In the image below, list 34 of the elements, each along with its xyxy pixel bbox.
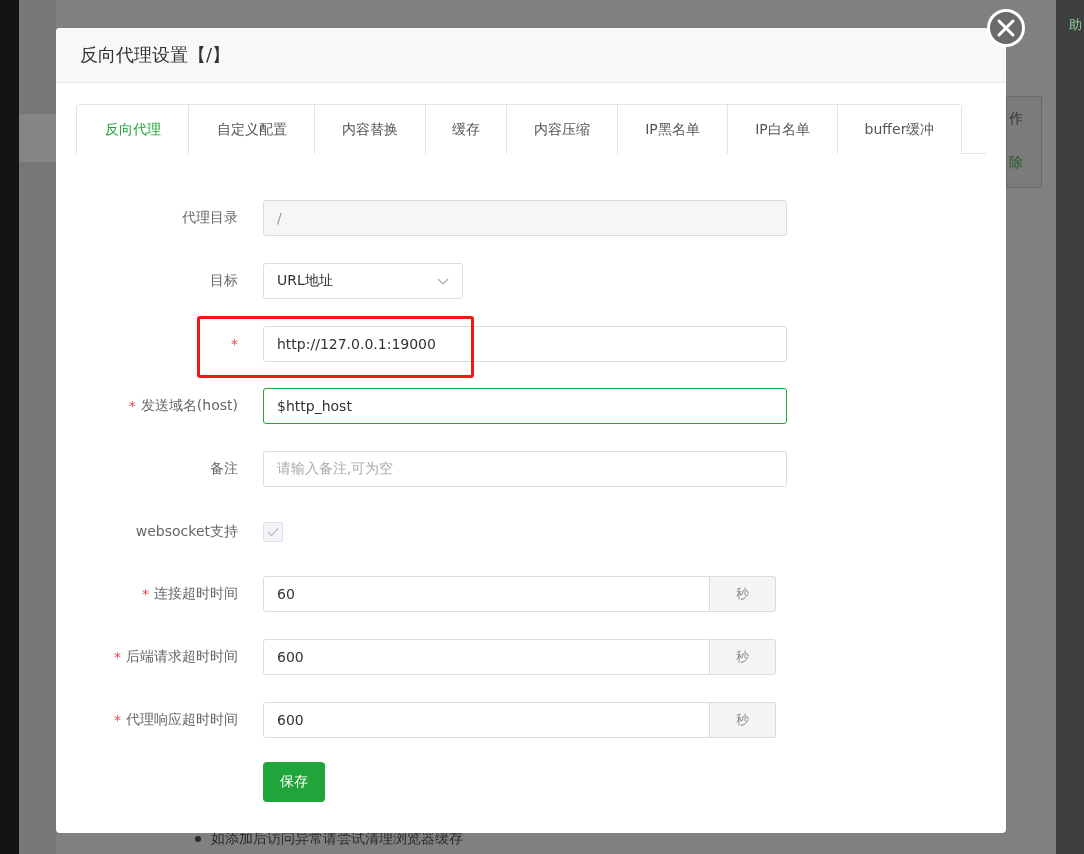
check-icon — [267, 526, 279, 537]
required-mark: * — [114, 711, 121, 728]
tab[interactable]: IP黑名单 — [617, 105, 727, 154]
tab[interactable]: 内容替换 — [314, 105, 425, 154]
input-field[interactable]: 600 — [263, 701, 710, 738]
unit-addon: 秒 — [710, 576, 776, 613]
field-label: websocket支持 — [135, 522, 238, 541]
tab[interactable]: 内容压缩 — [506, 105, 617, 154]
tab[interactable]: IP白名单 — [727, 105, 837, 154]
field-label: 连接超时时间 — [154, 585, 238, 604]
input-field[interactable]: $http_host — [263, 388, 787, 425]
field-label: 后端请求超时时间 — [126, 648, 238, 667]
required-mark: * — [114, 649, 121, 666]
tab[interactable]: buffer缓冲 — [837, 105, 961, 154]
tab[interactable]: 缓存 — [425, 105, 506, 154]
input-field[interactable]: http://127.0.0.1:19000 — [263, 325, 787, 362]
required-mark: * — [231, 335, 238, 352]
unit-addon: 秒 — [710, 639, 776, 676]
field-label: 代理响应超时时间 — [126, 710, 238, 729]
input-field[interactable]: 600 — [263, 639, 710, 676]
field-label: 代理目录 — [182, 209, 238, 228]
field-label: 目标 — [210, 272, 238, 291]
chevron-down-icon — [437, 277, 449, 285]
tab[interactable]: 自定义配置 — [188, 105, 314, 154]
required-mark: * — [128, 398, 136, 415]
input-field[interactable]: 60 — [263, 576, 710, 613]
unit-addon: 秒 — [710, 701, 776, 738]
column-header: 作 — [1009, 110, 1023, 128]
required-mark: * — [142, 586, 149, 603]
dialog-title: 反向代理设置【/】 — [80, 43, 231, 67]
field-label: 发送域名(host) — [140, 397, 238, 416]
field-label: 备注 — [210, 460, 238, 479]
bullet-icon — [195, 836, 201, 842]
target-dropdown[interactable]: URL地址 — [263, 263, 463, 300]
